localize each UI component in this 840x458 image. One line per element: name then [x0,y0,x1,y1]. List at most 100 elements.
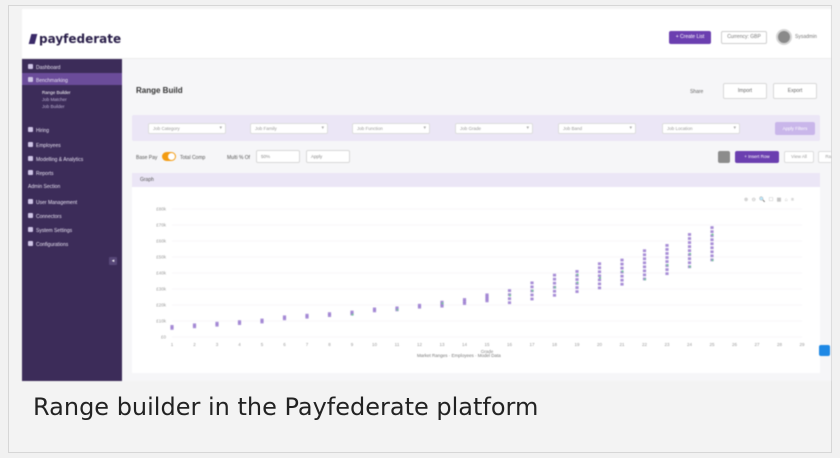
range-chart: £0£10k£20k£30k£40k£50k£60k£70k£80k1 2 3 4 5 6… [156,207,805,355]
report-icon [28,170,33,175]
y-tick-label: £10k [156,319,167,324]
market-range-point [350,310,354,314]
market-range-point [687,261,692,265]
market-range-point [507,301,512,305]
market-range-point [507,297,512,301]
x-tick-label: 28 [777,342,783,347]
currency-select[interactable]: Currency: GBP [721,31,767,44]
sidebar-item-connectors[interactable]: Connectors [28,213,62,220]
employee-point [441,302,444,305]
x-tick-label: 19 [574,342,580,347]
market-range-point [687,241,692,244]
market-range-point [462,298,467,301]
legend-item[interactable]: Model Data [478,353,501,358]
employee-point [666,263,669,267]
link-icon [28,213,33,218]
market-range-point [575,286,579,289]
sidebar-subitem-range-builder[interactable]: Range Builder [42,90,71,95]
sidebar-item-dashboard[interactable]: Dashboard [28,64,60,71]
legend-item[interactable]: Market Ranges [417,353,448,358]
apply-filters-button[interactable]: Apply Filters [775,122,815,135]
x-tick-label: 17 [529,342,535,347]
export-button[interactable]: Export [773,83,817,99]
employee-point [553,286,557,289]
market-range-point [237,320,242,323]
sidebar-item-label: User Management [36,200,78,206]
sidebar-item-modelling[interactable]: Modelling & Analytics [28,156,83,163]
y-tick-label: £60k [156,239,167,244]
filter-job-function[interactable]: Job Function [352,123,430,134]
market-range-point [687,249,692,253]
x-tick-label: 22 [642,342,648,347]
market-range-point [597,282,602,286]
app-logo[interactable]: payfederate [28,32,121,46]
sidebar-item-configurations[interactable]: Configurations [28,241,68,248]
market-range-point [575,278,579,281]
x-tick-label: 26 [732,342,738,347]
y-tick-label: £40k [156,271,167,276]
market-range-point [710,230,714,234]
share-link[interactable]: Share [690,89,703,95]
sidebar-collapse-button[interactable]: ◂ [109,257,117,265]
multi-value-input[interactable]: 50% [256,150,300,163]
sidebar-item-reports[interactable]: Reports [28,170,54,177]
user-name[interactable]: Sysadmin [795,34,817,40]
sidebar-item-label: Dashboard [36,65,61,71]
total-comp-label: Total Comp [180,155,206,161]
sidebar-item-hiring[interactable]: Hiring [28,127,49,134]
insert-row-button[interactable]: + Insert Row [735,151,779,163]
create-list-button[interactable]: + Create List [669,31,711,44]
market-range-point [530,293,534,297]
market-range-point [530,297,534,301]
filter-job-location[interactable]: Job Location [662,123,740,134]
employee-point [598,276,602,279]
chart-icon [28,77,33,82]
sidebar-section-admin: Admin Section [28,184,61,190]
filter-job-grade[interactable]: Job Grade [455,123,533,134]
chart-legend: Market Ranges · Employees · Model Data [417,353,501,358]
market-range-point [620,282,624,286]
x-tick-label: 9 [351,342,354,347]
market-range-point [575,290,579,293]
x-tick-label: 21 [619,342,625,347]
app-screenshot: payfederate + Create List Currency: GBP … [22,9,831,381]
market-range-point [417,303,422,307]
range-all-select[interactable]: Range All [818,151,831,163]
import-button[interactable]: Import [723,83,767,99]
market-range-point [665,252,669,255]
x-tick-label: 8 [328,342,331,347]
sidebar-item-user-management[interactable]: User Management [28,199,77,206]
market-range-point [620,262,624,266]
market-range-point [620,274,624,278]
pay-type-toggle[interactable] [162,152,176,161]
avatar[interactable] [776,29,792,45]
multi-apply-input[interactable]: Apply [306,150,350,163]
x-tick-label: 23 [664,342,670,347]
filter-job-family[interactable]: Job Family [250,123,328,134]
filter-job-band[interactable]: Job Band [558,123,636,134]
market-range-point [687,245,692,248]
sidebar-subitem-job-builder[interactable]: Job Builder [42,104,65,109]
graph-header: Graph [132,173,820,187]
market-range-point [170,324,174,328]
sidebar-item-label: Employees [36,143,61,149]
market-range-point [597,270,602,274]
market-range-point [215,321,219,325]
grid-toggle-button[interactable] [718,151,730,163]
sidebar-item-system-settings[interactable]: System Settings [28,227,72,234]
sidebar-item-employees[interactable]: Employees [28,142,61,149]
employee-point [576,281,579,284]
base-pay-label: Base Pay [136,155,158,161]
legend-item[interactable]: Employees [452,353,474,358]
market-range-point [485,293,489,297]
filter-job-category[interactable]: Job Category [148,123,226,134]
main-content: Range Build Share Import Export Job Cate… [122,59,831,381]
sidebar-item-benchmarking[interactable]: Benchmarking [28,77,68,84]
help-button[interactable] [819,345,830,356]
view-all-select[interactable]: View All [784,151,814,163]
sidebar-subitem-job-matcher[interactable]: Job Matcher [42,97,67,102]
x-tick-label: 2 [193,342,196,347]
market-range-point [665,272,669,276]
figure-frame: payfederate + Create List Currency: GBP … [8,5,832,453]
market-range-point [552,281,557,285]
